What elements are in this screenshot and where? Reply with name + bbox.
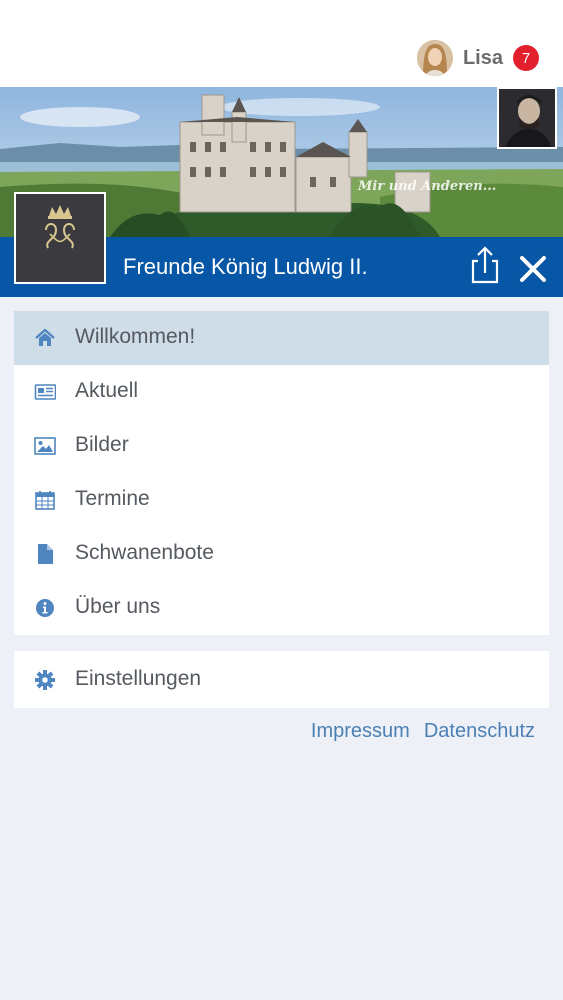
share-button[interactable] bbox=[467, 245, 503, 285]
menu-item-termine[interactable]: Termine bbox=[14, 473, 549, 527]
gear-icon bbox=[35, 670, 55, 690]
share-icon bbox=[471, 246, 499, 284]
document-icon bbox=[38, 544, 53, 564]
menu-item-ueber-uns[interactable]: Über uns bbox=[14, 581, 549, 635]
avatar[interactable] bbox=[416, 40, 453, 76]
menu-item-label: Aktuell bbox=[75, 379, 139, 402]
notification-badge[interactable]: 7 bbox=[513, 45, 539, 71]
menu-item-aktuell[interactable]: Aktuell bbox=[14, 365, 549, 419]
menu-item-bilder[interactable]: Bilder bbox=[14, 419, 549, 473]
menu-item-label: Schwanenbote bbox=[75, 541, 214, 564]
menu-item-label: Willkommen! bbox=[75, 325, 196, 348]
footer-links: Impressum Datenschutz bbox=[311, 720, 535, 743]
user-menu[interactable]: Lisa 7 bbox=[416, 40, 539, 76]
close-button[interactable] bbox=[515, 247, 551, 287]
menu-item-label: Über uns bbox=[75, 595, 161, 618]
top-bar: Lisa 7 bbox=[0, 0, 563, 87]
group-title: Freunde König Ludwig II. bbox=[123, 254, 368, 279]
menu-item-schwanenbote[interactable]: Schwanenbote bbox=[14, 527, 549, 581]
menu-item-label: Bilder bbox=[75, 433, 129, 456]
close-icon bbox=[520, 256, 546, 282]
banner-portrait-image bbox=[497, 87, 557, 149]
group-logo[interactable] bbox=[14, 192, 106, 284]
image-icon bbox=[34, 437, 56, 455]
banner-caption: Mir und Anderen... bbox=[358, 179, 497, 194]
home-icon bbox=[35, 328, 55, 346]
settings-menu: Einstellungen bbox=[14, 651, 549, 708]
impressum-link[interactable]: Impressum bbox=[311, 720, 410, 743]
datenschutz-link[interactable]: Datenschutz bbox=[424, 720, 535, 743]
menu-item-label: Termine bbox=[75, 487, 150, 510]
info-icon bbox=[36, 599, 54, 617]
menu-item-label: Einstellungen bbox=[75, 667, 202, 690]
newspaper-icon bbox=[34, 384, 56, 400]
user-name[interactable]: Lisa bbox=[463, 47, 503, 70]
menu-item-einstellungen[interactable]: Einstellungen bbox=[14, 651, 549, 708]
menu-item-willkommen[interactable]: Willkommen! bbox=[14, 311, 549, 365]
calendar-icon bbox=[35, 491, 55, 510]
main-menu: Willkommen! Aktuell Bilder Termine Schwa… bbox=[14, 311, 549, 635]
